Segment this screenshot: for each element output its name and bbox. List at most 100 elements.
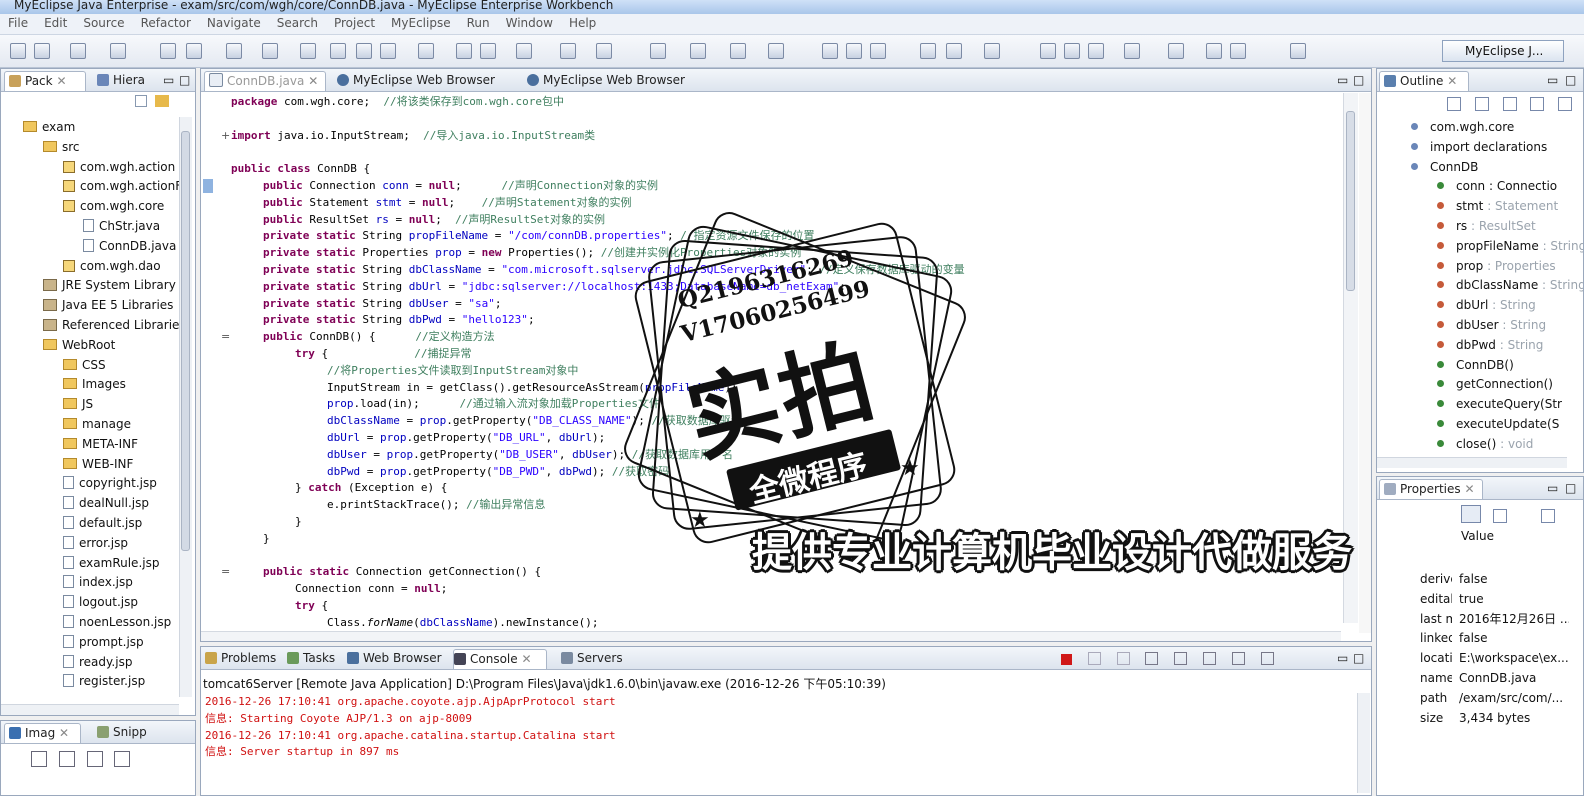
minimize-icon[interactable]: ▭ [1337, 71, 1348, 90]
tab-outline[interactable]: Outline ✕ [1379, 71, 1469, 91]
outline-item[interactable]: conn : Connectio [1377, 176, 1557, 196]
close-icon[interactable]: ✕ [518, 652, 531, 666]
outline-item[interactable]: executeUpdate(S [1377, 414, 1559, 434]
fold-marker-icon[interactable]: + [221, 127, 230, 144]
toolbar-button-icon[interactable] [560, 43, 576, 59]
tree-item[interactable]: ChStr.java [83, 216, 160, 236]
clear-console-icon[interactable] [1145, 652, 1159, 665]
outline-item[interactable]: dbUrl : String [1377, 295, 1536, 315]
actual-size-icon[interactable] [114, 751, 131, 767]
tree-item[interactable]: WEB-INF [63, 454, 133, 474]
tree-item[interactable]: default.jsp [63, 513, 142, 533]
terminate-icon[interactable] [1061, 654, 1072, 665]
tree-item[interactable]: com.wgh.action [63, 157, 175, 177]
tree-item[interactable]: META-INF [63, 434, 138, 454]
menu-item-source[interactable]: Source [75, 14, 132, 32]
outline-item[interactable]: close() : void [1377, 434, 1533, 454]
maximize-icon[interactable]: □ [1353, 71, 1364, 90]
menu-item-project[interactable]: Project [326, 14, 383, 32]
outline-item[interactable]: executeQuery(Str [1377, 394, 1562, 414]
toolbar-button-icon[interactable] [34, 43, 50, 59]
console-output[interactable]: 2016-12-26 17:10:41 org.apache.coyote.aj… [201, 693, 1351, 793]
outline-item[interactable]: ConnDB [1377, 157, 1478, 177]
tree-item[interactable]: copyright.jsp [63, 473, 157, 493]
editor-vscrollbar[interactable] [1343, 93, 1358, 623]
display-console-icon[interactable] [1231, 652, 1245, 665]
toolbar-button-icon[interactable] [330, 43, 346, 59]
toolbar-button-icon[interactable] [10, 43, 26, 59]
maximize-icon[interactable]: □ [1353, 649, 1364, 668]
toolbar-button-icon[interactable] [1168, 43, 1184, 59]
outline-item[interactable]: prop : Properties [1377, 256, 1556, 276]
tree-item[interactable]: Referenced Librarie [43, 315, 179, 335]
minimize-icon[interactable]: ▭ [163, 71, 174, 90]
menu-item-run[interactable]: Run [459, 14, 498, 32]
collapse-all-icon[interactable] [135, 95, 147, 107]
toolbar-button-icon[interactable] [380, 43, 396, 59]
tree-item[interactable]: src [43, 137, 80, 157]
tree-item[interactable]: ready.jsp [63, 652, 132, 672]
close-icon[interactable]: ✕ [56, 74, 66, 88]
toolbar-button-icon[interactable] [1088, 43, 1104, 59]
menu-item-window[interactable]: Window [498, 14, 561, 32]
menu-item-help[interactable]: Help [561, 14, 604, 32]
tab-conndb-java[interactable]: ConnDB.java ✕ [204, 71, 326, 91]
minimize-icon[interactable]: ▭ [1547, 479, 1558, 498]
toolbar-button-icon[interactable] [1290, 43, 1306, 59]
close-icon[interactable]: ✕ [59, 726, 69, 740]
tree-item[interactable]: com.wgh.core [63, 196, 164, 216]
scroll-lock-icon[interactable] [1174, 652, 1188, 665]
outline-item[interactable]: ConnDB() [1377, 355, 1514, 375]
restore-default-icon[interactable] [1540, 509, 1555, 523]
tree-item[interactable]: logout.jsp [63, 592, 138, 612]
toolbar-button-icon[interactable] [456, 43, 472, 59]
toolbar-button-icon[interactable] [356, 43, 372, 59]
toolbar-button-icon[interactable] [596, 43, 612, 59]
view-menu-icon[interactable] [1558, 97, 1573, 111]
menu-item-myeclipse[interactable]: MyEclipse [383, 14, 459, 32]
toolbar-button-icon[interactable] [1064, 43, 1080, 59]
tree-item[interactable]: index.jsp [63, 572, 133, 592]
tree-item[interactable]: prompt.jsp [63, 632, 144, 652]
scrollbar-thumb[interactable] [1346, 111, 1355, 291]
toolbar-button-icon[interactable] [650, 43, 666, 59]
tree-item[interactable]: examRule.jsp [63, 553, 159, 573]
tree-item[interactable]: register.jsp [63, 671, 145, 691]
outline-hscrollbar[interactable] [1377, 457, 1567, 468]
tab-web-browser[interactable]: Web Browser [347, 649, 442, 668]
zoom-in-icon[interactable] [58, 751, 75, 767]
tree-item[interactable]: noenLesson.jsp [63, 612, 171, 632]
close-icon[interactable]: ✕ [1464, 482, 1474, 496]
menu-item-search[interactable]: Search [269, 14, 326, 32]
toolbar-button-icon[interactable] [822, 43, 838, 59]
open-console-icon[interactable] [1260, 652, 1274, 665]
editor-hscrollbar[interactable] [201, 631, 1341, 641]
outline-item[interactable]: dbUser : String [1377, 315, 1546, 335]
outline-item[interactable]: com.wgh.core [1377, 117, 1514, 137]
toolbar-button-icon[interactable] [480, 43, 496, 59]
perspective-switcher[interactable]: MyEclipse J... [1442, 40, 1564, 62]
toolbar-button-icon[interactable] [1206, 43, 1222, 59]
toolbar-button-icon[interactable] [110, 43, 126, 59]
tree-item[interactable]: JRE System Library [43, 275, 176, 295]
zoom-out-icon[interactable] [31, 751, 47, 767]
advanced-icon[interactable] [1492, 509, 1507, 523]
tab-properties[interactable]: Properties ✕ [1379, 479, 1483, 499]
tree-item[interactable]: CSS [63, 355, 106, 375]
toolbar-button-icon[interactable] [946, 43, 962, 59]
tree-item[interactable]: com.wgh.dao [63, 256, 161, 276]
toolbar-button-icon[interactable] [160, 43, 176, 59]
outline-item[interactable]: rs : ResultSet [1377, 216, 1536, 236]
outline-item[interactable]: propFileName : String [1377, 236, 1583, 256]
close-icon[interactable]: ✕ [1447, 74, 1457, 88]
menu-item-file[interactable]: File [0, 14, 36, 32]
toolbar-button-icon[interactable] [300, 43, 316, 59]
remove-launch-icon[interactable] [1087, 652, 1101, 665]
outline-item[interactable]: dbPwd : String [1377, 335, 1543, 355]
tree-item[interactable]: error.jsp [63, 533, 128, 553]
tree-item[interactable]: JS [63, 394, 93, 414]
tree-item[interactable]: WebRoot [43, 335, 115, 355]
code-area[interactable]: package com.wgh.core; //将该类保存到com.wgh.co… [201, 93, 1341, 633]
toolbar-button-icon[interactable] [226, 43, 242, 59]
toolbar-button-icon[interactable] [690, 43, 706, 59]
